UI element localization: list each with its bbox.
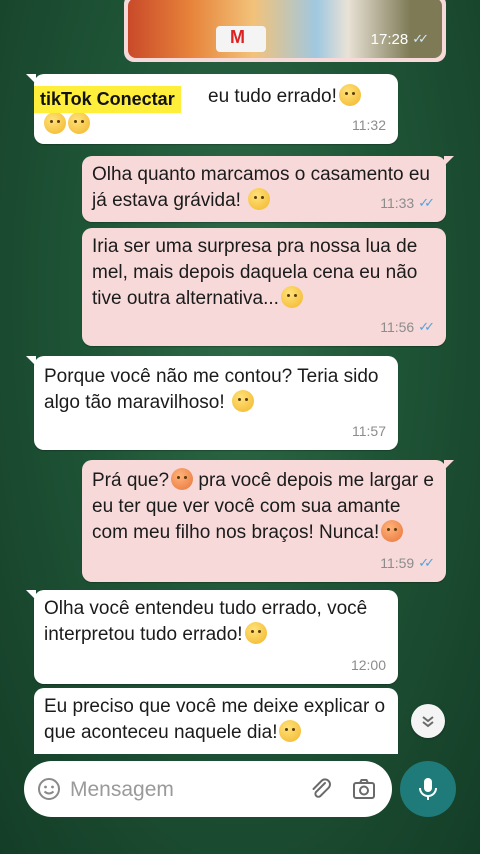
scroll-down-button[interactable]: [411, 704, 445, 738]
emoji-icon: [279, 720, 302, 742]
camera-button[interactable]: [352, 777, 376, 806]
mic-button[interactable]: [400, 761, 456, 817]
message-bubble-incoming[interactable]: Eu preciso que você me deixe explicar o …: [34, 688, 398, 754]
emoji-icon: [38, 778, 60, 800]
message-composer: [24, 761, 392, 817]
brand-watermark: tikTok Conectar: [34, 86, 181, 113]
message-input[interactable]: [68, 775, 292, 805]
camera-icon: [353, 779, 375, 799]
emoji-button[interactable]: [37, 777, 61, 806]
mic-icon: [419, 778, 437, 800]
attach-button[interactable]: [308, 776, 334, 807]
attach-icon: [312, 778, 331, 798]
chevron-down-icon: [422, 716, 434, 728]
chat-clip: Eu preciso que você me deixe explicar o …: [0, 0, 480, 754]
message-text: Eu preciso que você me deixe explicar o …: [44, 696, 391, 743]
